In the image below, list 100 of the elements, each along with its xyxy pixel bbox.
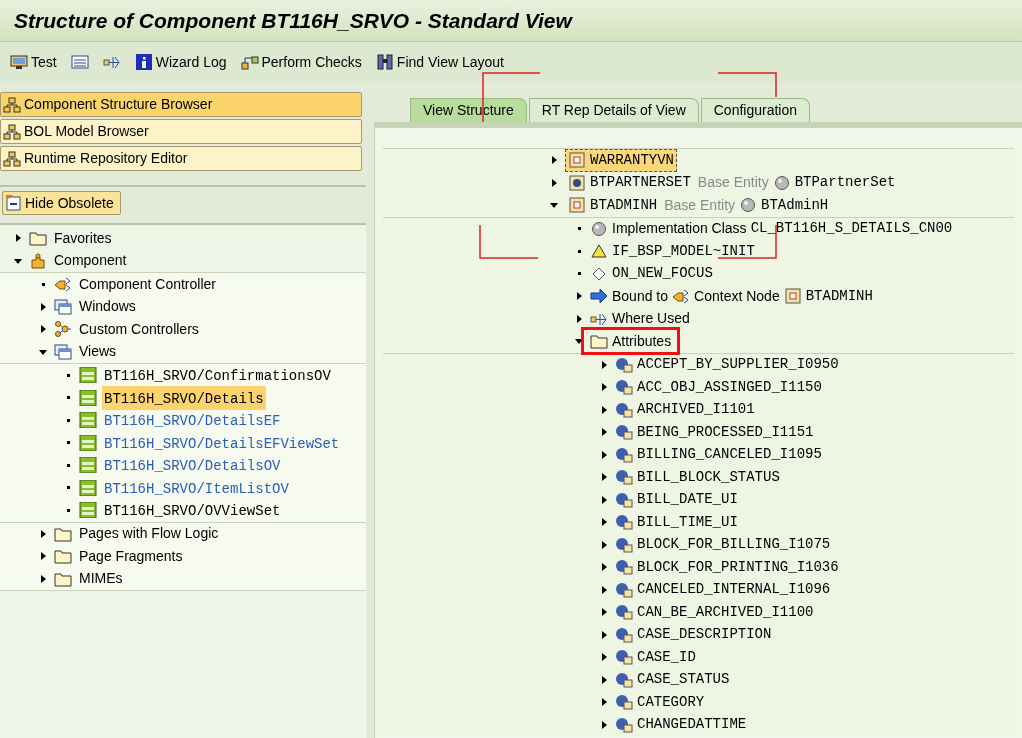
tree-item[interactable]: CASE_ID [637, 646, 696, 668]
folder-icon [590, 333, 608, 350]
attribute-icon [615, 469, 633, 486]
sphere-icon [772, 174, 791, 191]
view-item[interactable]: BT116H_SRVO/DetailsEF [102, 408, 283, 433]
caret-icon [550, 201, 558, 210]
bullet-icon [66, 441, 70, 445]
tree-item[interactable]: BEING_PROCESSED_I1151 [637, 421, 814, 443]
tree-item[interactable]: BILLING_CANCELED_I1095 [637, 444, 822, 466]
tree-item[interactable]: Windows [77, 296, 138, 318]
tree-item[interactable]: CHANGEDATTIME [637, 714, 747, 736]
annotation-line [717, 72, 777, 98]
tree-item[interactable]: Component Controller [77, 273, 218, 295]
caret-icon [600, 450, 608, 459]
attribute-icon [615, 401, 633, 418]
hide-obsolete-button[interactable]: Hide Obsolete [2, 191, 121, 215]
grid-window-icon [79, 457, 97, 474]
attribute-icon [615, 716, 633, 733]
browser-button[interactable]: Component Structure Browser [0, 92, 362, 117]
tab[interactable]: Configuration [700, 98, 811, 122]
attribute-icon [615, 581, 633, 598]
view-item[interactable]: BT116H_SRVO/ItemListOV [102, 475, 291, 500]
document-minus-icon [5, 195, 23, 211]
bullet-icon [66, 508, 70, 512]
view-item[interactable]: BT116H_SRVO/DetailsEFViewSet [102, 430, 342, 455]
tree-item[interactable]: CANCELED_INTERNAL_I1096 [637, 579, 831, 601]
grid-window-icon [79, 479, 97, 496]
tree-item[interactable]: Custom Controllers [77, 318, 201, 340]
toolbar-icon-button[interactable] [102, 54, 121, 70]
attribute-icon [615, 649, 633, 666]
sphere-icon [590, 220, 608, 237]
tree-item[interactable]: BILL_DATE_UI [637, 489, 738, 511]
node-icon [783, 288, 802, 305]
caret-icon [550, 156, 558, 165]
toolbar-button[interactable]: Test [10, 51, 57, 73]
toolbar-button[interactable]: Wizard Log [134, 51, 227, 73]
attribute-icon [615, 604, 633, 621]
tree-item[interactable]: Page Fragments [77, 545, 185, 567]
right-arrow-icon [590, 288, 608, 305]
tree-item[interactable]: BILL_BLOCK_STATUS [637, 466, 780, 488]
tree-item[interactable]: BLOCK_FOR_BILLING_I1075 [637, 534, 831, 556]
diamond-icon [590, 265, 608, 282]
grid-window-icon [79, 367, 97, 384]
caret-icon [39, 302, 47, 311]
attribute-icon [615, 514, 633, 531]
tree-item[interactable]: Component [52, 250, 129, 272]
browser-button[interactable]: Runtime Repository Editor [0, 146, 362, 171]
tree-item[interactable]: Attributes [612, 330, 672, 352]
base-entity-label: Base Entity [697, 173, 769, 193]
tree-item[interactable]: Views [77, 341, 119, 363]
tree-item[interactable]: MIMEs [77, 568, 125, 590]
hierarchy-icon [3, 150, 21, 167]
toolbar-icon-button[interactable] [70, 54, 89, 70]
annotation-line [479, 224, 539, 259]
controller-icon [672, 288, 691, 305]
browser-button[interactable]: BOL Model Browser [0, 119, 362, 144]
attribute-icon [615, 626, 633, 643]
bullet-icon [66, 373, 70, 377]
node-icon [568, 174, 586, 191]
tab[interactable]: RT Rep Details of View [528, 98, 699, 122]
tree-item[interactable]: ON_NEW_FOCUS [612, 263, 713, 285]
tree-item[interactable]: CASE_STATUS [637, 669, 730, 691]
tree-item[interactable]: IF_BSP_MODEL~INIT [612, 240, 755, 262]
tree-item[interactable]: CASE_DESCRIPTION [637, 624, 772, 646]
tree-item[interactable]: Favorites [52, 227, 114, 249]
view-item[interactable]: BT116H_SRVO/ConfirmationsOV [102, 363, 333, 388]
tree-item[interactable]: BTPARTNERSET [590, 172, 691, 194]
tree-item[interactable]: ARCHIVED_I1101 [637, 399, 755, 421]
connected-squares-icon [240, 54, 259, 70]
folder-icon [54, 570, 72, 587]
list-icon [70, 54, 89, 70]
tree-item[interactable]: ACCEPT_BY_SUPPLIER_I0950 [637, 354, 839, 376]
tree-item[interactable]: Implementation Class [612, 218, 747, 240]
entity-name: BTAdminH [761, 195, 829, 215]
toolbar-button[interactable]: Perform Checks [240, 51, 362, 73]
caret-icon [39, 347, 47, 356]
tree-item[interactable]: ACC_OBJ_ASSINGED_I1150 [637, 376, 822, 398]
puzzle-icon [29, 252, 47, 269]
view-item[interactable]: BT116H_SRVO/DetailsOV [102, 453, 283, 478]
info-icon [134, 54, 153, 70]
entity-name: BTPartnerSet [794, 173, 896, 193]
attribute-icon [615, 424, 633, 441]
monitor-icon [10, 54, 28, 70]
tree-item[interactable]: CATEGORY [637, 691, 705, 713]
view-item[interactable]: BT116H_SRVO/OVViewSet [102, 498, 283, 523]
toolbar-button[interactable]: Find View Layout [375, 51, 504, 73]
caret-icon [39, 574, 47, 583]
tree-item[interactable]: Bound to [612, 285, 669, 307]
tree-item[interactable]: BTADMINH [590, 194, 658, 216]
tree-item[interactable]: Pages with Flow Logic [77, 523, 221, 545]
window-title: Structure of Component BT116H_SRVO - Standard View [14, 7, 572, 34]
attribute-icon [615, 536, 633, 553]
caret-icon [550, 178, 558, 187]
view-item[interactable]: BT116H_SRVO/Details [102, 385, 266, 410]
caret-icon [600, 428, 608, 437]
tree-item[interactable]: BILL_TIME_UI [637, 511, 738, 533]
caret-icon [600, 675, 608, 684]
tree-item[interactable]: BLOCK_FOR_PRINTING_I1036 [637, 556, 839, 578]
tree-item[interactable]: Where Used [612, 308, 690, 330]
tree-item[interactable]: CAN_BE_ARCHIVED_I1100 [637, 601, 814, 623]
